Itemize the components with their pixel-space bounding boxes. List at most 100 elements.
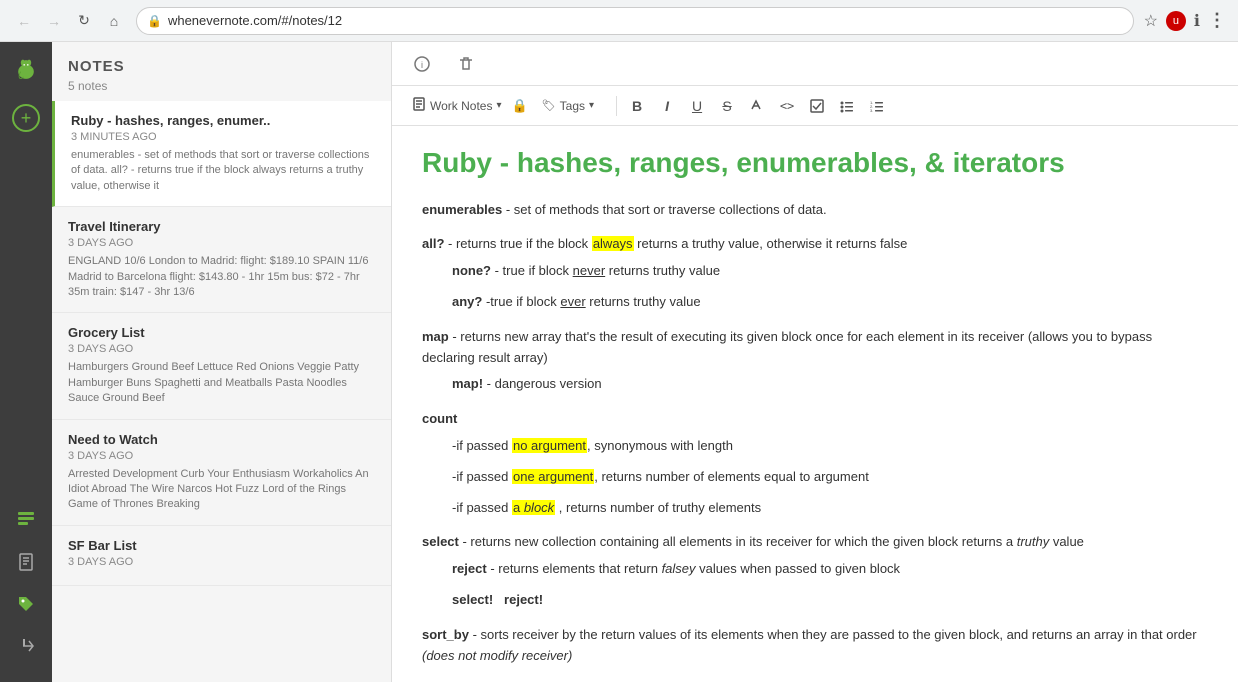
lock-icon: 🔒	[147, 14, 162, 28]
lock-tag-icon: 🔒	[512, 98, 528, 114]
logout-icon[interactable]	[10, 630, 42, 662]
notebook-icon-small	[412, 97, 426, 114]
note-date-2: 3 DAYS AGO	[68, 237, 375, 249]
note-title-1: Ruby - hashes, ranges, enumer..	[71, 113, 375, 128]
numbered-list-button[interactable]: 1.2.3.	[863, 92, 891, 120]
bullet-list-button[interactable]	[833, 92, 861, 120]
url-input[interactable]	[168, 13, 1123, 28]
note-item-2[interactable]: Travel Itinerary 3 DAYS AGO ENGLAND 10/6…	[52, 207, 391, 313]
no-argument-highlight: no argument	[512, 438, 587, 453]
count-heading: count	[422, 409, 1208, 430]
map-excl-term: map!	[452, 376, 483, 391]
map-term: map	[422, 329, 449, 344]
note-item-4[interactable]: Need to Watch 3 DAYS AGO Arrested Develo…	[52, 420, 391, 526]
note-title-2: Travel Itinerary	[68, 219, 375, 234]
app-container: +	[0, 42, 1238, 682]
note-body: enumerables - set of methods that sort o…	[422, 200, 1208, 682]
reject-paragraph: reject - returns elements that return fa…	[452, 559, 1208, 580]
note-title-3: Grocery List	[68, 325, 375, 340]
map-excl-paragraph: map! - dangerous version	[452, 374, 1208, 395]
notes-header: NOTES 5 notes	[52, 42, 391, 101]
note-title-4: Need to Watch	[68, 432, 375, 447]
note-date-3: 3 DAYS AGO	[68, 343, 375, 355]
select-reject-line: select! reject!	[452, 590, 1208, 611]
notes-section-title: NOTES	[68, 58, 375, 75]
sort-by-paragraph: sort_by - sorts receiver by the return v…	[422, 625, 1208, 667]
note-item-3[interactable]: Grocery List 3 DAYS AGO Hamburgers Groun…	[52, 313, 391, 419]
block-highlight: a block	[512, 500, 555, 515]
evernote-logo[interactable]	[9, 52, 43, 86]
sort-by-term: sort_by	[422, 627, 469, 642]
notes-count: 5 notes	[68, 79, 375, 93]
enumerables-paragraph: enumerables - set of methods that sort o…	[422, 200, 1208, 221]
browser-bar: ← → ↻ ⌂ 🔒 ☆ u ℹ ⋮	[0, 0, 1238, 42]
italic-button[interactable]: I	[653, 92, 681, 120]
count-one-arg-paragraph: -if passed one argument, returns number …	[452, 467, 1208, 488]
star-icon[interactable]: ☆	[1144, 11, 1158, 31]
tags-selector[interactable]: 🏷 Tags ▾	[534, 96, 602, 116]
forward-button[interactable]: →	[42, 9, 66, 33]
strikethrough-button[interactable]: S	[713, 92, 741, 120]
refresh-button[interactable]: ↻	[72, 9, 96, 33]
does-not-modify-italic: (does not modify receiver)	[422, 648, 572, 663]
info-icon[interactable]: ℹ	[1194, 11, 1200, 31]
notebook-icon[interactable]	[10, 546, 42, 578]
reject-term: reject	[452, 561, 487, 576]
note-info-button[interactable]: i	[408, 50, 436, 78]
back-button[interactable]: ←	[12, 9, 36, 33]
checkbox-button[interactable]	[803, 92, 831, 120]
any-term: any?	[452, 294, 482, 309]
note-preview-1: enumerables - set of methods that sort o…	[71, 148, 375, 194]
new-note-button[interactable]: +	[12, 104, 40, 132]
editor-content-area[interactable]: Ruby - hashes, ranges, enumerables, & it…	[392, 126, 1238, 682]
select-paragraph: select - returns new collection containi…	[422, 532, 1208, 553]
tag-label-icon: 🏷	[542, 99, 556, 112]
delete-note-button[interactable]	[452, 50, 480, 78]
more-menu-icon[interactable]: ⋮	[1208, 10, 1226, 31]
note-date-4: 3 DAYS AGO	[68, 450, 375, 462]
any-paragraph: any? -true if block ever returns truthy …	[452, 292, 1208, 313]
enumerables-term: enumerables	[422, 202, 502, 217]
bottom-icon-group	[10, 504, 42, 672]
icon-sidebar: +	[0, 42, 52, 682]
select-excl-term: select!	[452, 592, 493, 607]
notebook-label: Work Notes	[430, 99, 492, 113]
one-argument-highlight: one argument	[512, 469, 594, 484]
all-paragraph: all? - returns true if the block always …	[422, 234, 1208, 255]
note-main-title: Ruby - hashes, ranges, enumerables, & it…	[422, 146, 1208, 180]
editor-top-toolbar: i	[392, 42, 1238, 86]
notes-list-panel: NOTES 5 notes Ruby - hashes, ranges, enu…	[52, 42, 392, 682]
code-button[interactable]: <>	[773, 92, 801, 120]
select-term: select	[422, 534, 459, 549]
note-preview-3: Hamburgers Ground Beef Lettuce Red Onion…	[68, 360, 375, 406]
tags-chevron-icon: ▾	[589, 100, 594, 111]
always-highlight: always	[592, 236, 634, 251]
shield-icon[interactable]: u	[1166, 11, 1186, 31]
falsey-italic: falsey	[662, 561, 696, 576]
highlight-button[interactable]	[743, 92, 771, 120]
notebook-selector[interactable]: Work Notes ▾	[404, 94, 510, 117]
note-item-1[interactable]: Ruby - hashes, ranges, enumer.. 3 MINUTE…	[52, 101, 391, 207]
ever-underline: ever	[560, 294, 585, 309]
format-divider-1	[616, 96, 617, 116]
editor-format-bar: Work Notes ▾ 🔒 🏷 Tags ▾ B I U S <>	[392, 86, 1238, 126]
tag-icon[interactable]	[10, 588, 42, 620]
tags-label: Tags	[560, 99, 585, 113]
svg-text:i: i	[421, 60, 423, 70]
browser-nav-buttons: ← → ↻ ⌂	[12, 9, 126, 33]
note-title-5: SF Bar List	[68, 538, 375, 553]
map-paragraph: map - returns new array that's the resul…	[422, 327, 1208, 369]
note-item-5[interactable]: SF Bar List 3 DAYS AGO	[52, 526, 391, 586]
all-term: all?	[422, 236, 444, 251]
address-bar[interactable]: 🔒	[136, 7, 1134, 35]
count-term: count	[422, 411, 457, 426]
note-editor: i Work Notes	[392, 42, 1238, 682]
notebook-chevron-icon: ▾	[496, 100, 501, 111]
underline-button[interactable]: U	[683, 92, 711, 120]
browser-actions: ☆ u ℹ ⋮	[1144, 10, 1226, 31]
note-preview-4: Arrested Development Curb Your Enthusias…	[68, 467, 375, 513]
home-button[interactable]: ⌂	[102, 9, 126, 33]
notes-list-icon[interactable]	[10, 504, 42, 536]
bold-button[interactable]: B	[623, 92, 651, 120]
none-paragraph: none? - true if block never returns trut…	[452, 261, 1208, 282]
